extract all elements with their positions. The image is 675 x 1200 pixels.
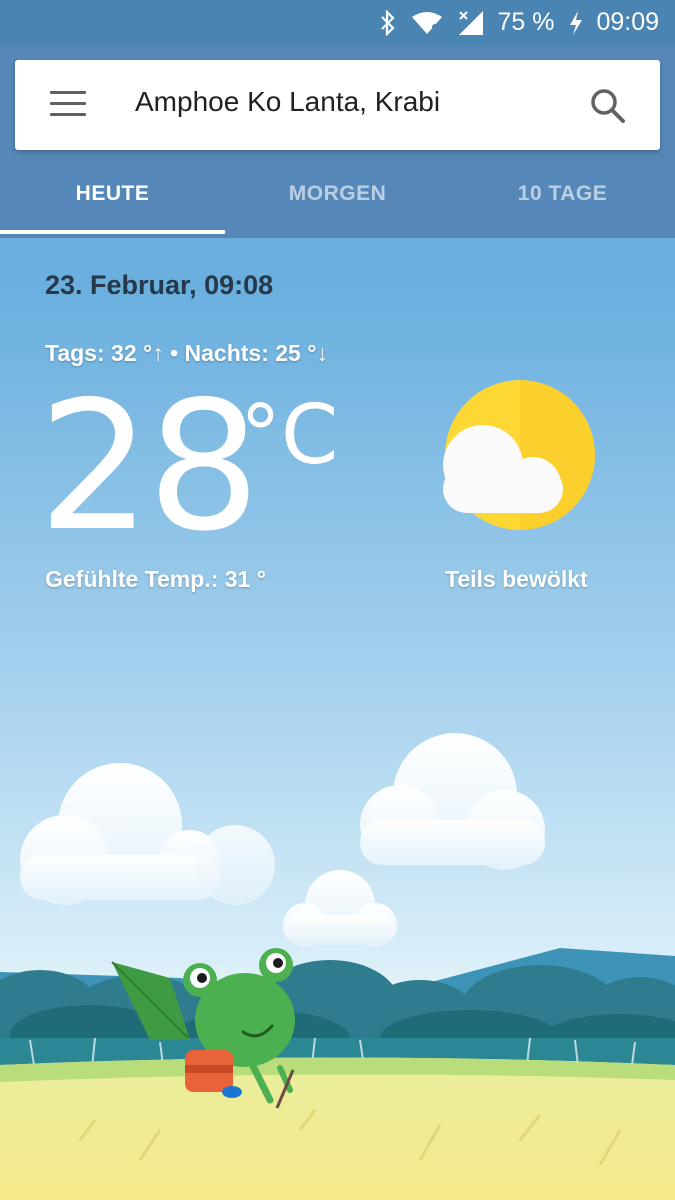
app-header: Amphoe Ko Lanta, Krabi HEUTE MORGEN 10 T… [0, 45, 675, 238]
search-icon[interactable] [588, 86, 628, 126]
current-temperature: 28 [38, 363, 260, 570]
location-text[interactable]: Amphoe Ko Lanta, Krabi [135, 86, 440, 118]
feels-like: Gefühlte Temp.: 31 ° [45, 566, 266, 592]
cloud-small [283, 870, 397, 947]
wifi-icon [411, 11, 443, 35]
condition-text: Teils bewölkt [445, 566, 588, 592]
tab-10-tage[interactable]: 10 TAGE [450, 150, 675, 238]
clock: 09:09 [596, 8, 659, 36]
temperature-unit[interactable]: °C [240, 395, 338, 477]
search-bar[interactable]: Amphoe Ko Lanta, Krabi [15, 60, 660, 150]
status-bar: 75 % 09:09 [0, 0, 675, 45]
tab-heute[interactable]: HEUTE [0, 150, 225, 238]
cloud-left [20, 763, 275, 905]
signal-icon [457, 10, 485, 36]
bluetooth-icon [379, 9, 397, 36]
active-tab-indicator [0, 230, 225, 234]
cloud-right [360, 733, 545, 870]
charging-icon [568, 10, 584, 36]
date-time: 23. Februar, 09:08 [45, 270, 274, 300]
battery-percent: 75 % [497, 8, 555, 36]
menu-icon[interactable] [50, 91, 86, 119]
weather-app: 75 % 09:09 Amphoe Ko Lanta, Krabi HEUTE … [0, 0, 675, 1200]
tab-morgen[interactable]: MORGEN [225, 150, 450, 238]
partly-cloudy-icon [438, 380, 603, 530]
day-tabs: HEUTE MORGEN 10 TAGE [0, 150, 675, 238]
weather-illustration [0, 720, 675, 1200]
